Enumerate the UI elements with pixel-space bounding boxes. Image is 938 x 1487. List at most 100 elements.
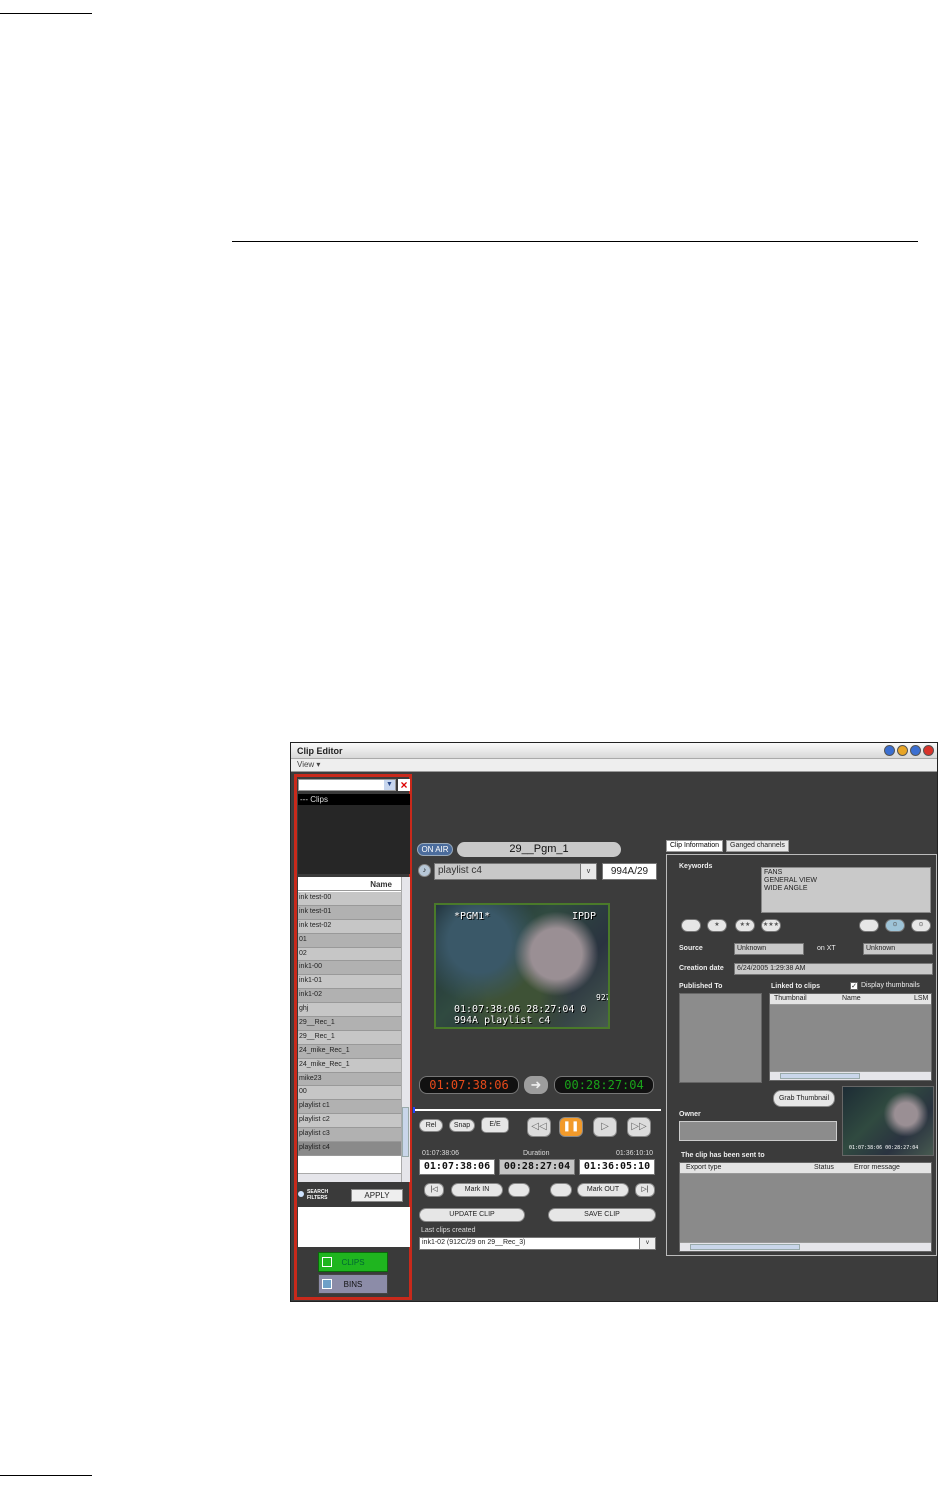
- close-icon[interactable]: [923, 745, 934, 756]
- rating-3-star-icon[interactable]: ★★★: [761, 919, 781, 932]
- list-item[interactable]: ink test-00: [298, 892, 401, 906]
- tab-ganged-channels[interactable]: Ganged channels: [726, 840, 789, 852]
- search-filters-label[interactable]: SEARCH FILTERS: [307, 1189, 328, 1201]
- display-thumbnails-checkbox[interactable]: ✓: [850, 982, 858, 990]
- rating-0-button[interactable]: [681, 919, 701, 932]
- keywords-box[interactable]: FANS GENERAL VIEW WIDE ANGLE: [761, 867, 931, 913]
- clear-filter-icon[interactable]: ×: [398, 779, 410, 791]
- video-overlay-timecode: 01:07:38:06 28:27:04 0: [454, 1004, 587, 1015]
- help-icon[interactable]: [884, 745, 895, 756]
- clear-out-button[interactable]: [550, 1183, 572, 1197]
- column-header-name[interactable]: Name: [298, 877, 410, 891]
- timeline[interactable]: [413, 1109, 661, 1111]
- mark-in-timecode[interactable]: 01:07:38:06: [419, 1159, 495, 1175]
- col-thumbnail[interactable]: Thumbnail: [774, 995, 807, 1002]
- scroll-thumb[interactable]: [690, 1244, 800, 1250]
- list-item[interactable]: ink test-01: [298, 905, 401, 920]
- col-error-message[interactable]: Error message: [854, 1164, 900, 1171]
- rating-1-star-icon[interactable]: ★: [707, 919, 727, 932]
- clip-editor-window: Clip Editor View ▾ ▼ × --- Clips Name in…: [290, 742, 938, 1302]
- list-item[interactable]: 29__Rec_1: [298, 1030, 401, 1045]
- pause-icon[interactable]: ❚❚: [559, 1117, 583, 1137]
- col-lsm[interactable]: LSM: [914, 995, 928, 1002]
- playlist-icon[interactable]: ♪: [418, 864, 431, 877]
- tab-clip-information[interactable]: Clip Information: [666, 840, 724, 852]
- list-item[interactable]: 00: [298, 1086, 401, 1101]
- keywords-label: Keywords: [679, 863, 713, 870]
- tree-item-clips[interactable]: --- Clips: [298, 794, 410, 805]
- update-clip-button[interactable]: UPDATE CLIP: [419, 1208, 525, 1222]
- link-icon[interactable]: ⊙: [885, 919, 905, 932]
- minimize-icon[interactable]: [897, 745, 908, 756]
- go-to-out-icon[interactable]: ▷|: [635, 1183, 655, 1197]
- horizontal-scrollbar[interactable]: [770, 1071, 931, 1080]
- chevron-down-icon[interactable]: ▼: [384, 780, 395, 790]
- owner-field[interactable]: [679, 1121, 837, 1141]
- list-item[interactable]: 01: [298, 933, 401, 948]
- list-item[interactable]: ink test-02: [298, 919, 401, 934]
- menu-view[interactable]: View ▾: [297, 760, 320, 769]
- playlist-combo[interactable]: playlist c4 v: [434, 863, 597, 880]
- scroll-thumb[interactable]: [402, 1107, 409, 1157]
- list-item[interactable]: playlist c4: [298, 1142, 401, 1156]
- mark-out-timecode[interactable]: 01:36:05:10: [579, 1159, 655, 1175]
- mark-in-button[interactable]: Mark IN: [451, 1183, 503, 1197]
- snap-button[interactable]: Snap: [449, 1119, 475, 1132]
- footer-rule: [0, 1475, 92, 1476]
- list-item[interactable]: ink1-01: [298, 975, 401, 990]
- on-air-badge[interactable]: ON AIR: [417, 843, 453, 856]
- list-item[interactable]: ink1-00: [298, 961, 401, 976]
- go-to-in-icon[interactable]: |◁: [424, 1183, 444, 1197]
- folder-icon: [322, 1279, 332, 1289]
- rel-button[interactable]: Rel: [419, 1119, 443, 1132]
- vertical-scrollbar[interactable]: [401, 877, 410, 1182]
- bins-button[interactable]: BINS: [318, 1274, 388, 1294]
- list-item[interactable]: playlist c3: [298, 1128, 401, 1143]
- col-name[interactable]: Name: [842, 995, 861, 1002]
- search-filter-icon[interactable]: [298, 1191, 304, 1197]
- chevron-down-icon[interactable]: v: [639, 1238, 655, 1249]
- link-alt-icon[interactable]: ⊙: [911, 919, 931, 932]
- list-item[interactable]: playlist c1: [298, 1100, 401, 1115]
- clear-in-button[interactable]: [508, 1183, 530, 1197]
- horizontal-scrollbar[interactable]: [680, 1242, 931, 1251]
- playlist-id: 994A/29: [602, 863, 657, 880]
- maximize-icon[interactable]: [910, 745, 921, 756]
- clip-browser-panel: ▼ × --- Clips Name ink test-00 ink test-0…: [294, 774, 412, 1300]
- rewind-icon[interactable]: ◁◁: [527, 1117, 551, 1137]
- list-item[interactable]: 02: [298, 947, 401, 962]
- chevron-down-icon[interactable]: v: [580, 864, 596, 879]
- save-clip-button[interactable]: SAVE CLIP: [548, 1208, 656, 1222]
- creation-date-field[interactable]: 6/24/2005 1:29:38 AM: [734, 963, 933, 975]
- mark-out-button[interactable]: Mark OUT: [577, 1183, 629, 1197]
- rating-2-star-icon[interactable]: ★★: [735, 919, 755, 932]
- ee-button[interactable]: E/E: [481, 1117, 509, 1133]
- owner-label: Owner: [679, 1111, 701, 1118]
- last-clips-combo[interactable]: ink1-02 (912C/29 on 29__Rec_3) v: [419, 1237, 656, 1250]
- scroll-thumb[interactable]: [780, 1073, 860, 1079]
- list-item[interactable]: 24_mike_Rec_1: [298, 1058, 401, 1073]
- list-item[interactable]: 24_mike_Rec_1: [298, 1044, 401, 1059]
- clips-button[interactable]: CLIPS: [318, 1252, 388, 1272]
- col-export-type[interactable]: Export type: [686, 1164, 721, 1171]
- fast-forward-icon[interactable]: ▷▷: [627, 1117, 651, 1137]
- arrow-right-icon[interactable]: ➜: [524, 1076, 548, 1094]
- on-xt-field[interactable]: Unknown: [863, 943, 933, 955]
- horizontal-scrollbar[interactable]: [298, 1173, 401, 1182]
- channel-name[interactable]: 29__Pgm_1: [457, 842, 621, 857]
- source-field[interactable]: Unknown: [734, 943, 804, 955]
- video-monitor: *PGM1* IPDP 927x 01:07:38:06 28:27:04 0 …: [434, 903, 610, 1029]
- unlink-button[interactable]: [859, 919, 879, 932]
- list-item[interactable]: 29__Rec_1: [298, 1017, 401, 1031]
- list-item[interactable]: ghj: [298, 1003, 401, 1018]
- list-item[interactable]: mike23: [298, 1072, 401, 1087]
- grab-thumbnail-button[interactable]: Grab Thumbnail: [773, 1090, 835, 1107]
- col-status[interactable]: Status: [814, 1164, 834, 1171]
- list-item[interactable]: ink1-02: [298, 989, 401, 1004]
- list-item[interactable]: playlist c2: [298, 1114, 401, 1129]
- play-icon[interactable]: ▷: [593, 1117, 617, 1137]
- filter-combo[interactable]: ▼: [298, 779, 396, 791]
- clip-thumbnail: 01:07:38:06 00:28:27:04: [842, 1086, 934, 1156]
- apply-button[interactable]: APPLY: [351, 1189, 403, 1202]
- timeline-marker[interactable]: [413, 1107, 415, 1113]
